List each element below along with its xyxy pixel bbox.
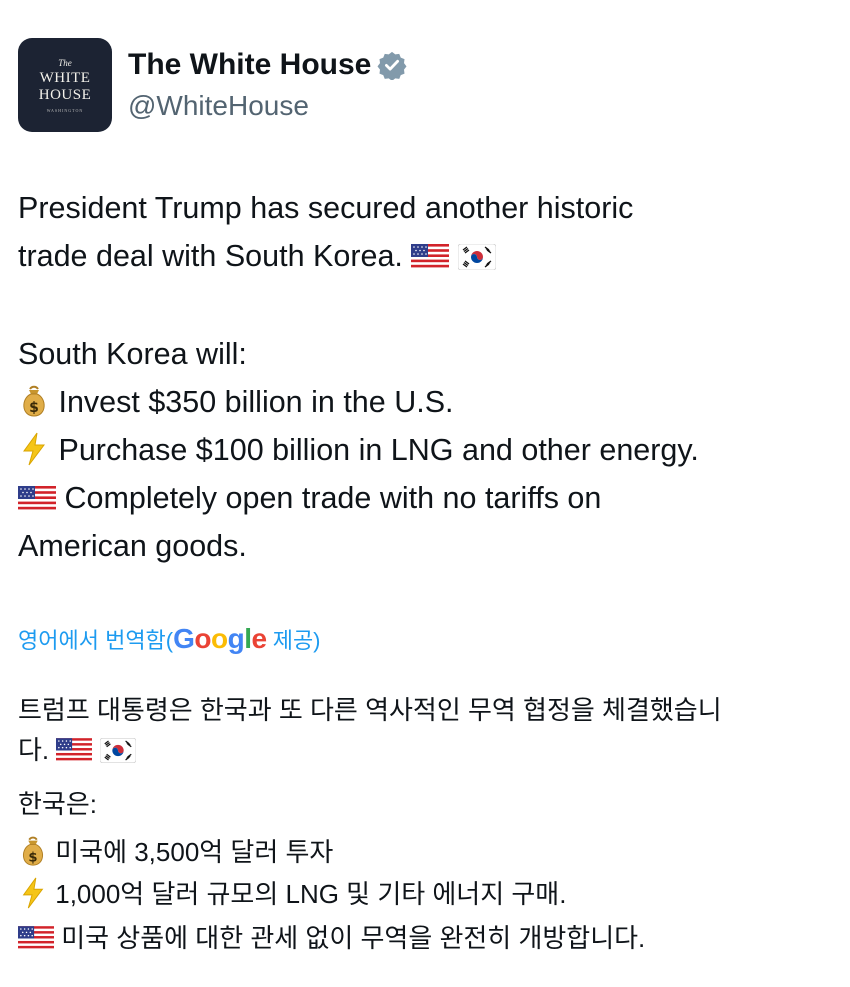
- tweet-line-1: President Trump has secured another hist…: [18, 191, 634, 225]
- translation-attribution[interactable]: 영어에서 번역함(Google 제공): [18, 622, 321, 658]
- lightning-icon: [18, 432, 50, 466]
- translated-item-1-text: 미국에 3,500억 달러 투자: [55, 837, 334, 867]
- translated-line-2-text: 다.: [18, 735, 50, 765]
- avatar-washington: WASHINGTON: [46, 107, 84, 113]
- translated-item-2: 1,000억 달러 규모의 LNG 및 기타 에너지 구매.: [18, 874, 566, 914]
- translated-line-2: 다.: [18, 730, 136, 770]
- us-flag-icon: [18, 926, 54, 951]
- south-korea-flag-icon: [458, 244, 496, 270]
- tweet-line-2: trade deal with South Korea.: [18, 232, 496, 280]
- google-logo: Google: [173, 623, 267, 654]
- avatar-house: HOUSE: [38, 86, 92, 103]
- tweet-line-2-text: trade deal with South Korea.: [18, 239, 403, 273]
- us-flag-icon: [56, 738, 92, 763]
- tweet-item-2: Purchase $100 billion in LNG and other e…: [18, 426, 699, 474]
- translation-suffix: 제공): [266, 628, 321, 653]
- avatar[interactable]: The WHITE HOUSE WASHINGTON: [18, 38, 112, 132]
- translated-intro: 한국은:: [18, 789, 97, 819]
- tweet-item-1-text: Invest $350 billion in the U.S.: [58, 385, 454, 419]
- tweet-intro: South Korea will:: [18, 337, 247, 371]
- tweet-item-1: Invest $350 billion in the U.S.: [18, 378, 454, 426]
- author-name[interactable]: The White House: [128, 46, 371, 84]
- translated-item-3: 미국 상품에 대한 관세 없이 무역을 완전히 개방합니다.: [18, 918, 645, 958]
- translation-prefix: 영어에서 번역함(: [18, 628, 174, 653]
- money-bag-icon: [18, 384, 50, 418]
- tweet-item-3-cont: American goods.: [18, 529, 247, 563]
- translated-line-1: 트럼프 대통령은 한국과 또 다른 역사적인 무역 협정을 체결했습니: [18, 695, 722, 725]
- south-korea-flag-icon: [100, 738, 136, 763]
- money-bag-icon: [18, 835, 48, 867]
- us-flag-icon: [18, 486, 56, 512]
- author-handle[interactable]: @WhiteHouse: [128, 88, 309, 124]
- translated-item-2-text: 1,000억 달러 규모의 LNG 및 기타 에너지 구매.: [55, 879, 567, 909]
- translated-item-3-text: 미국 상품에 대한 관세 없이 무역을 완전히 개방합니다.: [61, 923, 646, 953]
- tweet-item-3: Completely open trade with no tariffs on: [18, 474, 601, 522]
- avatar-the: The: [58, 57, 72, 68]
- tweet-item-3-text: Completely open trade with no tariffs on: [64, 481, 602, 515]
- lightning-icon: [18, 877, 48, 909]
- translated-item-1: 미국에 3,500억 달러 투자: [18, 832, 333, 872]
- verified-badge-icon: [377, 51, 407, 80]
- us-flag-icon: [411, 244, 449, 270]
- author-name-row[interactable]: The White House: [128, 46, 407, 84]
- avatar-white: WHITE: [39, 69, 91, 86]
- tweet-item-2-text: Purchase $100 billion in LNG and other e…: [58, 433, 699, 467]
